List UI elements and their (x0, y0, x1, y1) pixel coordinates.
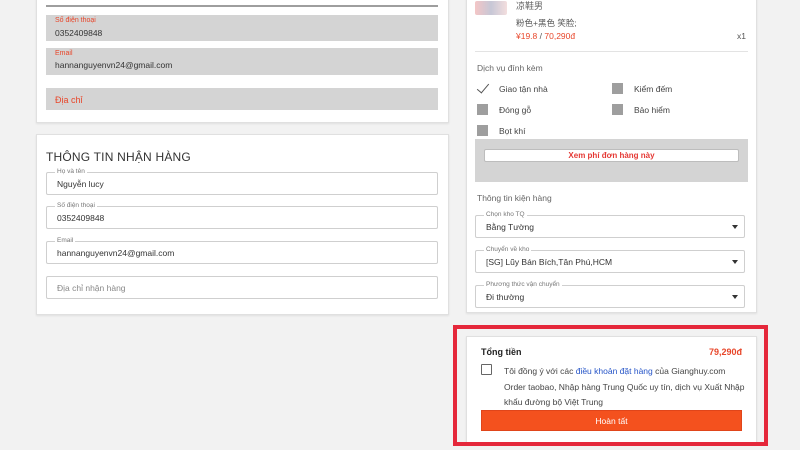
checkmark-icon[interactable] (477, 83, 488, 94)
agree-terms-text: Tôi đồng ý với các điều khoản đặt hàng c… (504, 364, 749, 411)
sender-email-field[interactable]: Email hannanguyenvn24@gmail.com (46, 48, 438, 75)
shipping-method-label: Phương thức vận chuyển (484, 281, 562, 288)
receiver-name-label: Họ và tên (55, 168, 87, 175)
checkbox-icon[interactable] (477, 125, 488, 136)
sender-address-field[interactable]: Địa chỉ (46, 88, 438, 110)
receiver-info-card: THÔNG TIN NHẬN HÀNG Họ và tên Nguyễn luc… (36, 134, 449, 315)
shipping-method-value: Đi thường (486, 292, 525, 302)
product-thumbnail[interactable] (475, 1, 507, 15)
service-bao-hiem[interactable]: Bảo hiểm (612, 104, 670, 115)
divider (475, 51, 748, 52)
total-label: Tổng tiền (481, 347, 522, 357)
destination-value: [SG] Lũy Bán Bích,Tân Phú,HCM (486, 257, 613, 267)
sender-email-label: Email (55, 50, 73, 57)
total-value: 79,290đ (708, 347, 742, 357)
chevron-down-icon[interactable] (732, 225, 738, 229)
services-title: Dịch vụ đính kèm (477, 63, 543, 73)
service-bot-khi[interactable]: Bọt khí (477, 125, 525, 136)
product-name: 凉鞋男 (516, 1, 544, 11)
order-total-card: Tổng tiền 79,290đ Tôi đồng ý với các điề… (466, 336, 757, 444)
service-dong-go[interactable]: Đóng gỗ (477, 104, 531, 115)
receiver-email-label: Email (55, 237, 76, 244)
sender-phone-label: Số điện thoại (55, 17, 96, 24)
product-price-cny: ¥19.8 (516, 31, 538, 41)
chevron-down-icon[interactable] (732, 260, 738, 264)
sender-email-value: hannanguyenvn24@gmail.com (55, 60, 173, 70)
sender-phone-value: 0352409848 (55, 28, 103, 38)
product-variant: 粉色+黑色 笑脸; (516, 18, 577, 28)
service-giao-tan-nha[interactable]: Giao tận nhà (477, 83, 548, 94)
checkbox-icon[interactable] (612, 104, 623, 115)
receiver-phone-label: Số điện thoại (55, 202, 97, 209)
sender-phone-field[interactable]: Số điện thoại 0352409848 (46, 15, 438, 41)
receiver-email-value: hannanguyenvn24@gmail.com (57, 248, 175, 258)
service-label: Kiểm đếm (634, 83, 673, 94)
field-divider (46, 5, 438, 7)
receiver-name-value: Nguyễn lucy (57, 179, 104, 189)
view-fee-button[interactable]: Xem phí đơn hàng này (484, 149, 739, 162)
warehouse-label: Chọn kho TQ (484, 211, 527, 218)
destination-label: Chuyển về kho (484, 246, 532, 253)
service-label: Bọt khí (499, 125, 526, 136)
receiver-section-title: THÔNG TIN NHẬN HÀNG (46, 150, 191, 164)
product-quantity: x1 (737, 31, 746, 41)
receiver-address-input[interactable]: Địa chỉ nhận hàng (46, 276, 438, 299)
receiver-email-input[interactable]: Email hannanguyenvn24@gmail.com (46, 237, 438, 264)
checkbox-icon[interactable] (612, 83, 623, 94)
warehouse-value: Bằng Tường (486, 222, 534, 232)
agree-prefix: Tôi đồng ý với các (504, 366, 576, 376)
receiver-phone-value: 0352409848 (57, 213, 105, 223)
service-label: Bảo hiểm (634, 104, 670, 115)
receiver-phone-input[interactable]: Số điện thoại 0352409848 (46, 202, 438, 229)
service-label: Đóng gỗ (499, 104, 532, 115)
service-kiem-dem[interactable]: Kiểm đếm (612, 83, 672, 94)
complete-order-button[interactable]: Hoàn tất (481, 410, 742, 431)
destination-select[interactable]: Chuyển về kho [SG] Lũy Bán Bích,Tân Phú,… (475, 246, 745, 273)
warehouse-select[interactable]: Chọn kho TQ Bằng Tường (475, 211, 745, 238)
agree-terms-checkbox[interactable] (481, 364, 492, 375)
receiver-name-input[interactable]: Họ và tên Nguyễn lucy (46, 168, 438, 195)
checkbox-icon[interactable] (477, 104, 488, 115)
sender-address-placeholder: Địa chỉ (55, 95, 83, 105)
chevron-down-icon[interactable] (732, 295, 738, 299)
shipping-method-select[interactable]: Phương thức vận chuyển Đi thường (475, 281, 745, 308)
order-details-card: 凉鞋男 粉色+黑色 笑脸; ¥19.8 / 70,290đ x1 Dịch vụ… (466, 0, 757, 313)
sender-info-card: Số điện thoại 0352409848 Email hannanguy… (36, 0, 449, 123)
shipping-title: Thông tin kiện hàng (477, 193, 552, 203)
terms-link[interactable]: điều khoản đặt hàng (576, 366, 653, 376)
product-price: ¥19.8 / 70,290đ (516, 31, 575, 41)
fee-panel: Xem phí đơn hàng này (475, 139, 748, 182)
product-price-vnd: 70,290đ (544, 31, 576, 41)
receiver-address-placeholder: Địa chỉ nhận hàng (57, 283, 126, 293)
service-label: Giao tận nhà (499, 83, 548, 94)
